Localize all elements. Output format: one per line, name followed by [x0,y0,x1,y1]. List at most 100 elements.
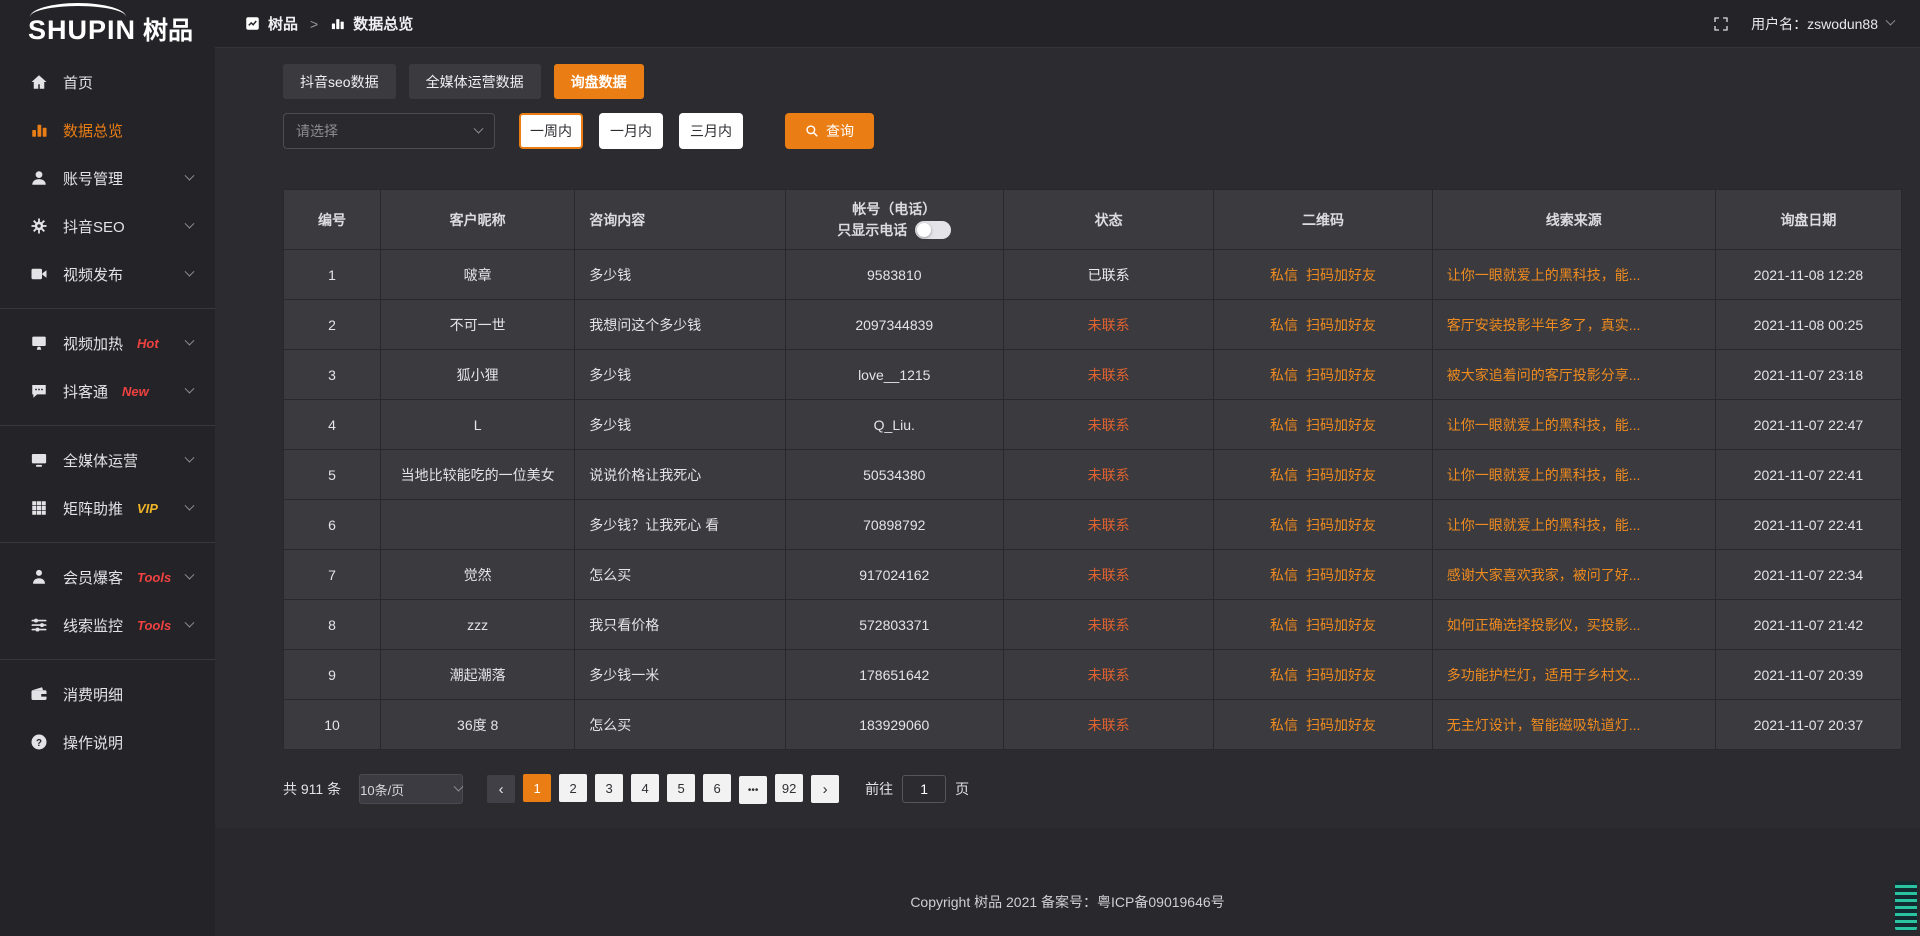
filter-select-placeholder: 请选择 [296,121,338,141]
chevron-down-icon [185,170,195,180]
sidebar-item-7[interactable]: 全媒体运营 [0,436,215,484]
qr-message-link[interactable]: 私信 [1270,467,1298,483]
prev-page-button[interactable]: ‹ [487,775,515,803]
cell-source: 让你一眼就爱上的黑科技，能... [1432,250,1715,300]
page-button-6[interactable]: 6 [703,774,731,802]
goto-page-input[interactable] [902,775,946,803]
range-button-1[interactable]: 一月内 [599,113,663,149]
cell-status: 未联系 [1003,650,1213,700]
inquiry-table: 编号客户昵称咨询内容帐号（电话）只显示电话状态二维码线索来源询盘日期 1啵章多少… [283,189,1902,750]
chevron-down-icon [185,383,195,393]
range-button-2[interactable]: 三月内 [679,113,743,149]
sidebar-item-1[interactable]: 数据总览 [0,106,215,154]
qr-addfriend-link[interactable]: 扫码加好友 [1306,517,1376,533]
sidebar-item-9[interactable]: 会员爆客Tools [0,553,215,601]
page-buttons: 123456 ••• 92 [519,774,807,804]
qr-addfriend-link[interactable]: 扫码加好友 [1306,667,1376,683]
source-link[interactable]: 让你一眼就爱上的黑科技，能... [1447,467,1641,483]
qr-message-link[interactable]: 私信 [1270,417,1298,433]
cell-date: 2021-11-07 22:34 [1715,550,1901,600]
cell-status: 未联系 [1003,600,1213,650]
qr-addfriend-link[interactable]: 扫码加好友 [1306,417,1376,433]
status-badge: 未联系 [1088,667,1130,683]
member-icon [30,568,48,586]
breadcrumb-root[interactable]: 树品 [268,13,298,34]
sidebar-item-label: 线索监控 [63,615,123,636]
table-row: 1036度 8怎么买183929060未联系私信扫码加好友无主灯设计，智能磁吸轨… [284,700,1902,750]
page-button-5[interactable]: 5 [667,774,695,802]
sidebar-item-12[interactable]: ?操作说明 [0,718,215,766]
source-link[interactable]: 被大家追着问的客厅投影分享... [1447,367,1641,383]
more-pages-button[interactable]: ••• [739,776,767,804]
tab-2[interactable]: 询盘数据 [554,64,644,99]
phone-only-toggle[interactable] [915,221,951,239]
tab-0[interactable]: 抖音seo数据 [283,64,396,99]
table-row: 5当地比较能吃的一位美女说说价格让我死心50534380未联系私信扫码加好友让你… [284,450,1902,500]
source-link[interactable]: 无主灯设计，智能磁吸轨道灯... [1447,717,1641,733]
cell-inquiry: 多少钱 [575,400,785,450]
cell-qr: 私信扫码加好友 [1214,400,1432,450]
source-link[interactable]: 让你一眼就爱上的黑科技，能... [1447,517,1641,533]
source-link[interactable]: 如何正确选择投影仪，买投影... [1447,617,1641,633]
cell-date: 2021-11-07 23:18 [1715,350,1901,400]
source-link[interactable]: 感谢大家喜欢我家，被问了好... [1447,567,1641,583]
qr-message-link[interactable]: 私信 [1270,267,1298,283]
qr-message-link[interactable]: 私信 [1270,317,1298,333]
qr-addfriend-link[interactable]: 扫码加好友 [1306,317,1376,333]
page-button-1[interactable]: 1 [523,774,551,802]
menu-divider [0,308,215,309]
qr-message-link[interactable]: 私信 [1270,367,1298,383]
qr-addfriend-link[interactable]: 扫码加好友 [1306,367,1376,383]
corner-widget [1895,881,1917,931]
qr-message-link[interactable]: 私信 [1270,567,1298,583]
qr-message-link[interactable]: 私信 [1270,617,1298,633]
range-button-0[interactable]: 一周内 [519,113,583,149]
tab-1[interactable]: 全媒体运营数据 [409,64,541,99]
qr-message-link[interactable]: 私信 [1270,667,1298,683]
query-button[interactable]: 查询 [785,113,874,149]
page-size-value: 10条/页 [360,780,404,799]
sidebar-item-0[interactable]: 首页 [0,58,215,106]
cell-serial: 5 [284,450,381,500]
sidebar-item-2[interactable]: 账号管理 [0,154,215,202]
sidebar-item-10[interactable]: 线索监控Tools [0,601,215,649]
source-link[interactable]: 让你一眼就爱上的黑科技，能... [1447,267,1641,283]
grid-icon [30,499,48,517]
source-link[interactable]: 客厅安装投影半年多了，真实... [1447,317,1641,333]
cell-qr: 私信扫码加好友 [1214,600,1432,650]
qr-addfriend-link[interactable]: 扫码加好友 [1306,267,1376,283]
page-button-4[interactable]: 4 [631,774,659,802]
sidebar-item-label: 操作说明 [63,732,123,753]
next-page-button[interactable]: › [811,775,839,803]
user-dropdown[interactable]: 用户名： zswodun88 [1751,14,1894,34]
cell-source: 客厅安装投影半年多了，真实... [1432,300,1715,350]
qr-message-link[interactable]: 私信 [1270,717,1298,733]
table-row: 7觉然怎么买917024162未联系私信扫码加好友感谢大家喜欢我家，被问了好..… [284,550,1902,600]
sidebar-item-5[interactable]: 视频加热Hot [0,319,215,367]
qr-addfriend-link[interactable]: 扫码加好友 [1306,567,1376,583]
cell-nickname: 不可一世 [381,300,575,350]
sidebar-item-badge: Hot [137,336,159,351]
fullscreen-icon[interactable] [1713,16,1729,32]
sidebar-item-4[interactable]: 视频发布 [0,250,215,298]
source-link[interactable]: 多功能护栏灯，适用于乡村文... [1447,667,1641,683]
source-link[interactable]: 让你一眼就爱上的黑科技，能... [1447,417,1641,433]
user-icon [30,169,48,187]
sidebar-item-8[interactable]: 矩阵助推VIP [0,484,215,532]
filter-select[interactable]: 请选择 [283,113,495,149]
page-button-2[interactable]: 2 [559,774,587,802]
page-button-92[interactable]: 92 [775,774,803,802]
brand-logo[interactable]: SHUPIN 树品 [0,0,215,48]
cell-date: 2021-11-07 21:42 [1715,600,1901,650]
cell-nickname: 当地比较能吃的一位美女 [381,450,575,500]
qr-addfriend-link[interactable]: 扫码加好友 [1306,467,1376,483]
qr-addfriend-link[interactable]: 扫码加好友 [1306,617,1376,633]
cell-date: 2021-11-07 20:37 [1715,700,1901,750]
sidebar-item-11[interactable]: 消费明细 [0,670,215,718]
sidebar-item-6[interactable]: 抖客通New [0,367,215,415]
page-button-3[interactable]: 3 [595,774,623,802]
page-size-select[interactable]: 10条/页 [359,774,463,804]
qr-addfriend-link[interactable]: 扫码加好友 [1306,717,1376,733]
qr-message-link[interactable]: 私信 [1270,517,1298,533]
sidebar-item-3[interactable]: 抖音SEO [0,202,215,250]
